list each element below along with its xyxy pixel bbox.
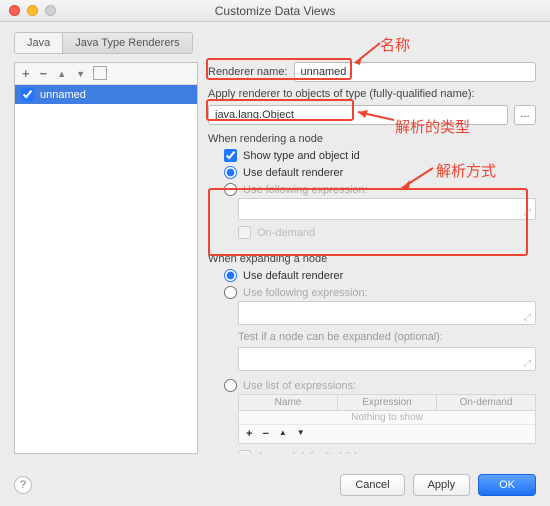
renderer-name-input[interactable] <box>294 62 537 82</box>
on-demand-label: On-demand <box>257 227 315 239</box>
list-item[interactable]: unnamed <box>15 85 197 104</box>
row-up-button[interactable]: ▲ <box>279 428 287 440</box>
add-button[interactable]: + <box>22 66 30 81</box>
apply-label: Apply renderer to objects of type (fully… <box>208 88 536 100</box>
render-default-label: Use default renderer <box>243 167 343 179</box>
expand-list-radio[interactable] <box>224 379 237 392</box>
render-default-radio[interactable] <box>224 166 237 179</box>
tab-bar: Java Java Type Renderers <box>0 22 550 54</box>
show-type-id-checkbox[interactable] <box>224 149 237 162</box>
expand-list-label: Use list of expressions: <box>243 380 356 392</box>
window-title: Customize Data Views <box>0 4 550 18</box>
render-expr-label: Use following expression: <box>243 184 368 196</box>
expand-expr-input[interactable] <box>238 301 536 325</box>
titlebar: Customize Data Views <box>0 0 550 22</box>
tab-java[interactable]: Java <box>14 32 62 54</box>
expand-test-input[interactable] <box>238 347 536 371</box>
zoom-icon[interactable] <box>45 5 56 16</box>
copy-icon[interactable] <box>95 68 107 80</box>
remove-button[interactable]: − <box>40 66 48 81</box>
renderer-name-label: Renderer name: <box>208 66 288 78</box>
detail-panel: Renderer name: Apply renderer to objects… <box>198 62 550 454</box>
row-remove-button[interactable]: − <box>262 428 268 440</box>
expand-test-label: Test if a node can be expanded (optional… <box>238 331 536 343</box>
list-item-checkbox[interactable] <box>21 88 34 101</box>
expand-expr-radio[interactable] <box>224 286 237 299</box>
up-button[interactable]: ▲ <box>57 69 66 79</box>
on-demand-checkbox <box>238 226 251 239</box>
col-expression: Expression <box>338 395 437 410</box>
type-input[interactable] <box>208 105 508 125</box>
ok-button[interactable]: OK <box>478 474 536 496</box>
table-empty-text: Nothing to show <box>239 411 535 425</box>
col-name: Name <box>239 395 338 410</box>
window-controls <box>9 5 56 16</box>
dialog-buttons: Cancel Apply OK <box>340 474 536 496</box>
rendering-section-title: When rendering a node <box>208 133 536 145</box>
minimize-icon[interactable] <box>27 5 38 16</box>
down-button[interactable]: ▼ <box>76 69 85 79</box>
row-down-button[interactable]: ▼ <box>297 428 305 440</box>
render-expr-input[interactable] <box>238 198 536 220</box>
list-toolbar: + − ▲ ▼ <box>15 63 197 85</box>
expand-default-label: Use default renderer <box>243 270 343 282</box>
append-default-checkbox <box>238 450 251 454</box>
show-type-id-label: Show type and object id <box>243 150 360 162</box>
cancel-button[interactable]: Cancel <box>340 474 404 496</box>
close-icon[interactable] <box>9 5 20 16</box>
renderer-list-panel: + − ▲ ▼ unnamed <box>14 62 198 454</box>
append-default-label: Append default children <box>257 451 373 455</box>
expand-expr-label: Use following expression: <box>243 287 368 299</box>
col-on-demand: On-demand <box>437 395 535 410</box>
render-expr-radio[interactable] <box>224 183 237 196</box>
expand-default-radio[interactable] <box>224 269 237 282</box>
browse-type-button[interactable]: ... <box>514 105 536 125</box>
list-item-label: unnamed <box>40 89 86 101</box>
expression-table: Name Expression On-demand Nothing to sho… <box>238 394 536 444</box>
row-add-button[interactable]: + <box>246 428 252 440</box>
tab-java-type-renderers[interactable]: Java Type Renderers <box>62 32 192 54</box>
help-button[interactable]: ? <box>14 476 32 494</box>
apply-button[interactable]: Apply <box>413 474 471 496</box>
expanding-section-title: When expanding a node <box>208 253 536 265</box>
